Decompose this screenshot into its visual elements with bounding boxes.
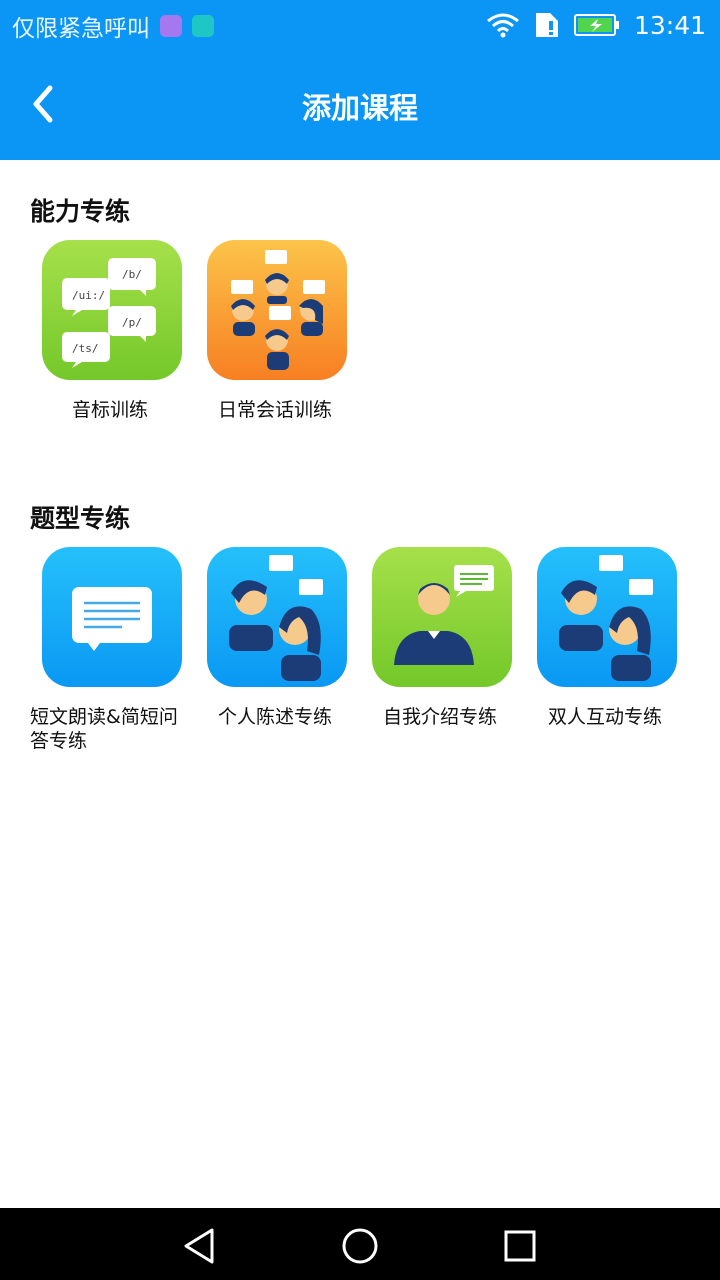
status-left: 仅限紧急呼叫 xyxy=(12,9,214,43)
two-people-interact-icon xyxy=(537,547,677,687)
message-bubble-icon xyxy=(42,547,182,687)
nav-back-button[interactable] xyxy=(178,1224,222,1268)
phonetic-bubble-ts: /ts/ xyxy=(72,342,99,355)
sim-card-icon xyxy=(535,13,558,37)
course-phonetic-training[interactable]: /ui:/ /b/ /p/ /ts/ 音标训练 xyxy=(30,240,190,422)
page-title: 添加课程 xyxy=(301,91,418,125)
shield-notification-icon xyxy=(192,15,214,37)
phonetic-bubbles-icon: /ui:/ /b/ /p/ /ts/ xyxy=(42,240,182,380)
two-people-talk-icon xyxy=(207,547,347,687)
nav-recents-button[interactable] xyxy=(498,1224,542,1268)
carrier-text: 仅限紧急呼叫 xyxy=(12,16,150,42)
section-title-question-types: 题型专练 xyxy=(30,504,131,533)
clock-time: 13:41 xyxy=(633,10,706,40)
app-header: 仅限紧急呼叫 13:41 添加课程 xyxy=(0,0,720,160)
course-label: 自我介绍专练 xyxy=(382,706,497,728)
gallery-notification-icon xyxy=(160,15,182,37)
phonetic-bubble-p: /p/ xyxy=(122,316,142,329)
system-navigation-bar xyxy=(0,1208,720,1280)
course-label: 双人互动专练 xyxy=(547,706,662,728)
course-self-introduction[interactable]: 自我介绍专练 xyxy=(360,547,520,729)
course-passage-reading-qa[interactable]: 短文朗读&简短问答专练 xyxy=(30,547,190,753)
conversation-group-icon xyxy=(207,240,347,380)
course-daily-conversation[interactable]: 日常会话训练 xyxy=(195,240,355,422)
wifi-icon xyxy=(487,13,519,38)
triangle-back-icon xyxy=(184,1228,214,1264)
man-speaking-icon xyxy=(372,547,512,687)
title-bar: 添加课程 xyxy=(0,50,720,160)
phonetic-bubble-ui: /ui:/ xyxy=(72,289,105,302)
circle-home-icon xyxy=(342,1228,378,1264)
course-two-person-interaction[interactable]: 双人互动专练 xyxy=(525,547,685,729)
course-label: 个人陈述专练 xyxy=(217,706,332,728)
course-personal-statement[interactable]: 个人陈述专练 xyxy=(195,547,355,729)
phonetic-bubble-b: /b/ xyxy=(122,268,142,281)
battery-charging-icon xyxy=(573,14,619,36)
course-label: 短文朗读&简短问答专练 xyxy=(30,706,178,752)
section-title-ability: 能力专练 xyxy=(30,197,131,226)
course-label: 音标训练 xyxy=(71,399,148,421)
square-recents-icon xyxy=(504,1230,536,1262)
course-label: 日常会话训练 xyxy=(217,399,332,421)
status-right: 13:41 xyxy=(486,8,706,42)
nav-home-button[interactable] xyxy=(338,1224,382,1268)
status-bar: 仅限紧急呼叫 13:41 xyxy=(0,0,720,50)
